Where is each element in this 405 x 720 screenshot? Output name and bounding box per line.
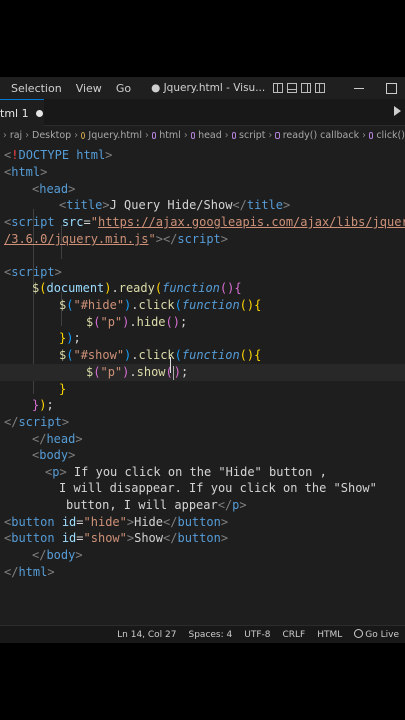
status-cursor-position[interactable]: Ln 14, Col 27: [117, 630, 176, 640]
code-line: <html>: [4, 165, 48, 179]
code-line: <head>: [32, 182, 76, 196]
toggle-panel-icon[interactable]: [287, 83, 298, 93]
go-live-label: Go Live: [365, 630, 399, 640]
code-line: <body>: [32, 448, 76, 462]
breadcrumb-item[interactable]: script: [239, 130, 265, 141]
breadcrumb-item[interactable]: Jquery.html: [88, 130, 142, 141]
code-line: </script>: [4, 415, 70, 429]
video-letterbox-bottom: [0, 643, 405, 720]
toggle-sidebar-icon[interactable]: [273, 83, 284, 93]
code-line: </body>: [32, 548, 83, 562]
code-line: $("#hide").click(function(){: [59, 298, 262, 312]
status-indentation[interactable]: Spaces: 4: [189, 630, 233, 640]
chevron-right-icon: ›: [268, 129, 273, 141]
code-line: <script src="https://ajax.googleapis.com…: [4, 215, 405, 229]
maximize-icon[interactable]: [386, 82, 397, 94]
status-language[interactable]: HTML: [317, 630, 342, 640]
code-line: <script>: [4, 265, 62, 279]
status-bar: Ln 14, Col 27 Spaces: 4 UTF-8 CRLF HTML …: [0, 625, 405, 643]
chevron-right-icon: ›: [224, 129, 229, 141]
chevron-right-icon: ›: [74, 129, 78, 141]
chevron-right-icon: ›: [3, 129, 7, 141]
code-line: <title>J Query Hide/Show</title>: [59, 198, 291, 212]
html-file-icon: [81, 131, 86, 139]
title-bar: Selection View Go ● Jquery.html - Visu..…: [0, 77, 405, 99]
menu-view[interactable]: View: [76, 82, 102, 95]
menu-selection[interactable]: Selection: [11, 82, 62, 95]
customize-layout-icon[interactable]: [315, 83, 326, 93]
vscode-window: Selection View Go ● Jquery.html - Visu..…: [0, 77, 405, 643]
toggle-secondary-sidebar-icon[interactable]: [301, 83, 312, 93]
code-line: $("#show").click(function(){: [59, 348, 262, 362]
function-icon: [368, 131, 374, 139]
editor-tabs: tml 1: [0, 99, 405, 126]
broadcast-icon: [354, 629, 364, 638]
run-icon[interactable]: [394, 106, 401, 116]
chevron-right-icon: ›: [144, 129, 149, 141]
breadcrumb-item[interactable]: click(): [376, 130, 405, 141]
code-line: <button id="hide">Hide</button>: [4, 515, 229, 529]
code-line: $("p").hide();: [86, 315, 188, 329]
menu-go[interactable]: Go: [116, 82, 131, 95]
layout-controls: [273, 83, 326, 93]
element-icon: [190, 131, 196, 139]
status-encoding[interactable]: UTF-8: [244, 630, 270, 640]
breadcrumb-item[interactable]: head: [198, 130, 222, 141]
minimize-icon[interactable]: [354, 87, 364, 89]
element-icon: [151, 131, 157, 139]
code-line: </head>: [32, 432, 83, 446]
mouse-ibeam-icon: [168, 357, 174, 373]
chevron-right-icon: ›: [183, 129, 188, 141]
chevron-right-icon: ›: [362, 129, 366, 141]
breadcrumb-item[interactable]: Desktop: [32, 130, 71, 141]
code-line: I will disappear. If you click on the "S…: [59, 481, 377, 495]
tab-label: tml 1: [0, 106, 29, 120]
code-line: <p> If you click on the "Hide" button ,: [45, 465, 327, 479]
function-icon: [275, 131, 280, 139]
status-eol[interactable]: CRLF: [282, 630, 305, 640]
code-line: }: [59, 382, 67, 396]
code-line: $(document).ready(function(){: [32, 281, 242, 295]
code-line: button, I will appear</p>: [66, 498, 247, 512]
code-line: <button id="show">Show</button>: [4, 531, 229, 545]
breadcrumb-item[interactable]: html: [159, 130, 181, 141]
code-line: });: [32, 398, 54, 412]
breadcrumb: › raj › Desktop › Jquery.html › html › h…: [0, 126, 405, 144]
breadcrumb-item[interactable]: ready() callback: [283, 130, 359, 141]
element-icon: [231, 131, 237, 139]
window-controls: [354, 82, 405, 94]
breadcrumb-item[interactable]: raj: [10, 130, 22, 141]
tab-jquery-html[interactable]: tml 1: [0, 99, 44, 126]
chevron-right-icon: ›: [25, 129, 29, 141]
code-line: <!DOCTYPE html>: [4, 148, 113, 162]
code-line: /3.6.0/jquery.min.js"></script>: [4, 232, 229, 246]
status-go-live[interactable]: Go Live: [354, 629, 399, 640]
menu-bar: Selection View Go: [0, 82, 145, 95]
code-line: </html>: [4, 565, 55, 579]
unsaved-dot-icon[interactable]: [35, 109, 43, 117]
code-line: });: [59, 331, 81, 345]
window-title: ● Jquery.html - Visu...: [151, 82, 266, 94]
code-line-current: $("p").show();: [0, 364, 405, 381]
video-letterbox-top: [0, 0, 405, 77]
